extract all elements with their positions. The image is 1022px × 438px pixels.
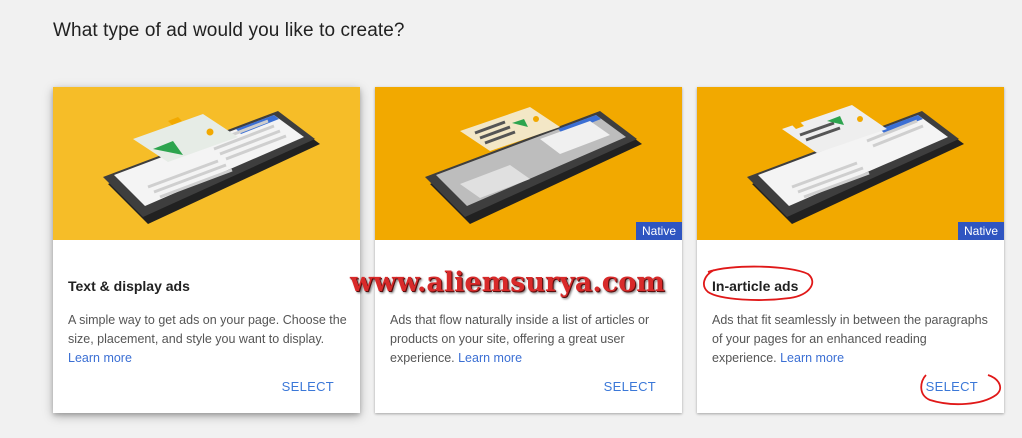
phone-illustration-icon	[103, 111, 320, 224]
phone-illustration-icon	[747, 105, 964, 224]
ad-type-card-text-display[interactable]: Text & display ads A simple way to get a…	[53, 87, 360, 413]
card-description: Ads that flow naturally inside a list of…	[390, 311, 670, 368]
card-illustration: Native	[375, 87, 682, 240]
card-description-text: Ads that fit seamlessly in between the p…	[712, 313, 988, 365]
watermark-text: www.aliemsurya.com	[350, 267, 665, 298]
learn-more-link[interactable]: Learn more	[68, 351, 132, 365]
select-button[interactable]: SELECT	[926, 379, 978, 394]
phone-illustration-icon	[425, 107, 642, 224]
select-button[interactable]: SELECT	[604, 379, 656, 394]
card-illustration	[53, 87, 360, 240]
native-badge: Native	[635, 222, 682, 240]
select-button[interactable]: SELECT	[282, 379, 334, 394]
card-description: Ads that fit seamlessly in between the p…	[712, 311, 992, 368]
native-badge: Native	[957, 222, 1004, 240]
card-description: A simple way to get ads on your page. Ch…	[68, 311, 348, 368]
learn-more-link[interactable]: Learn more	[458, 351, 522, 365]
ad-type-card-in-article[interactable]: Native In-article ads Ads that fit seaml…	[697, 87, 1004, 413]
card-illustration: Native	[697, 87, 1004, 240]
card-title: In-article ads	[712, 278, 799, 294]
card-description-text: A simple way to get ads on your page. Ch…	[68, 313, 347, 346]
ad-type-card-in-feed[interactable]: Native Ads that flow naturally inside a …	[375, 87, 682, 413]
card-title: Text & display ads	[68, 278, 190, 294]
page-title: What type of ad would you like to create…	[53, 20, 405, 41]
learn-more-link[interactable]: Learn more	[780, 351, 844, 365]
